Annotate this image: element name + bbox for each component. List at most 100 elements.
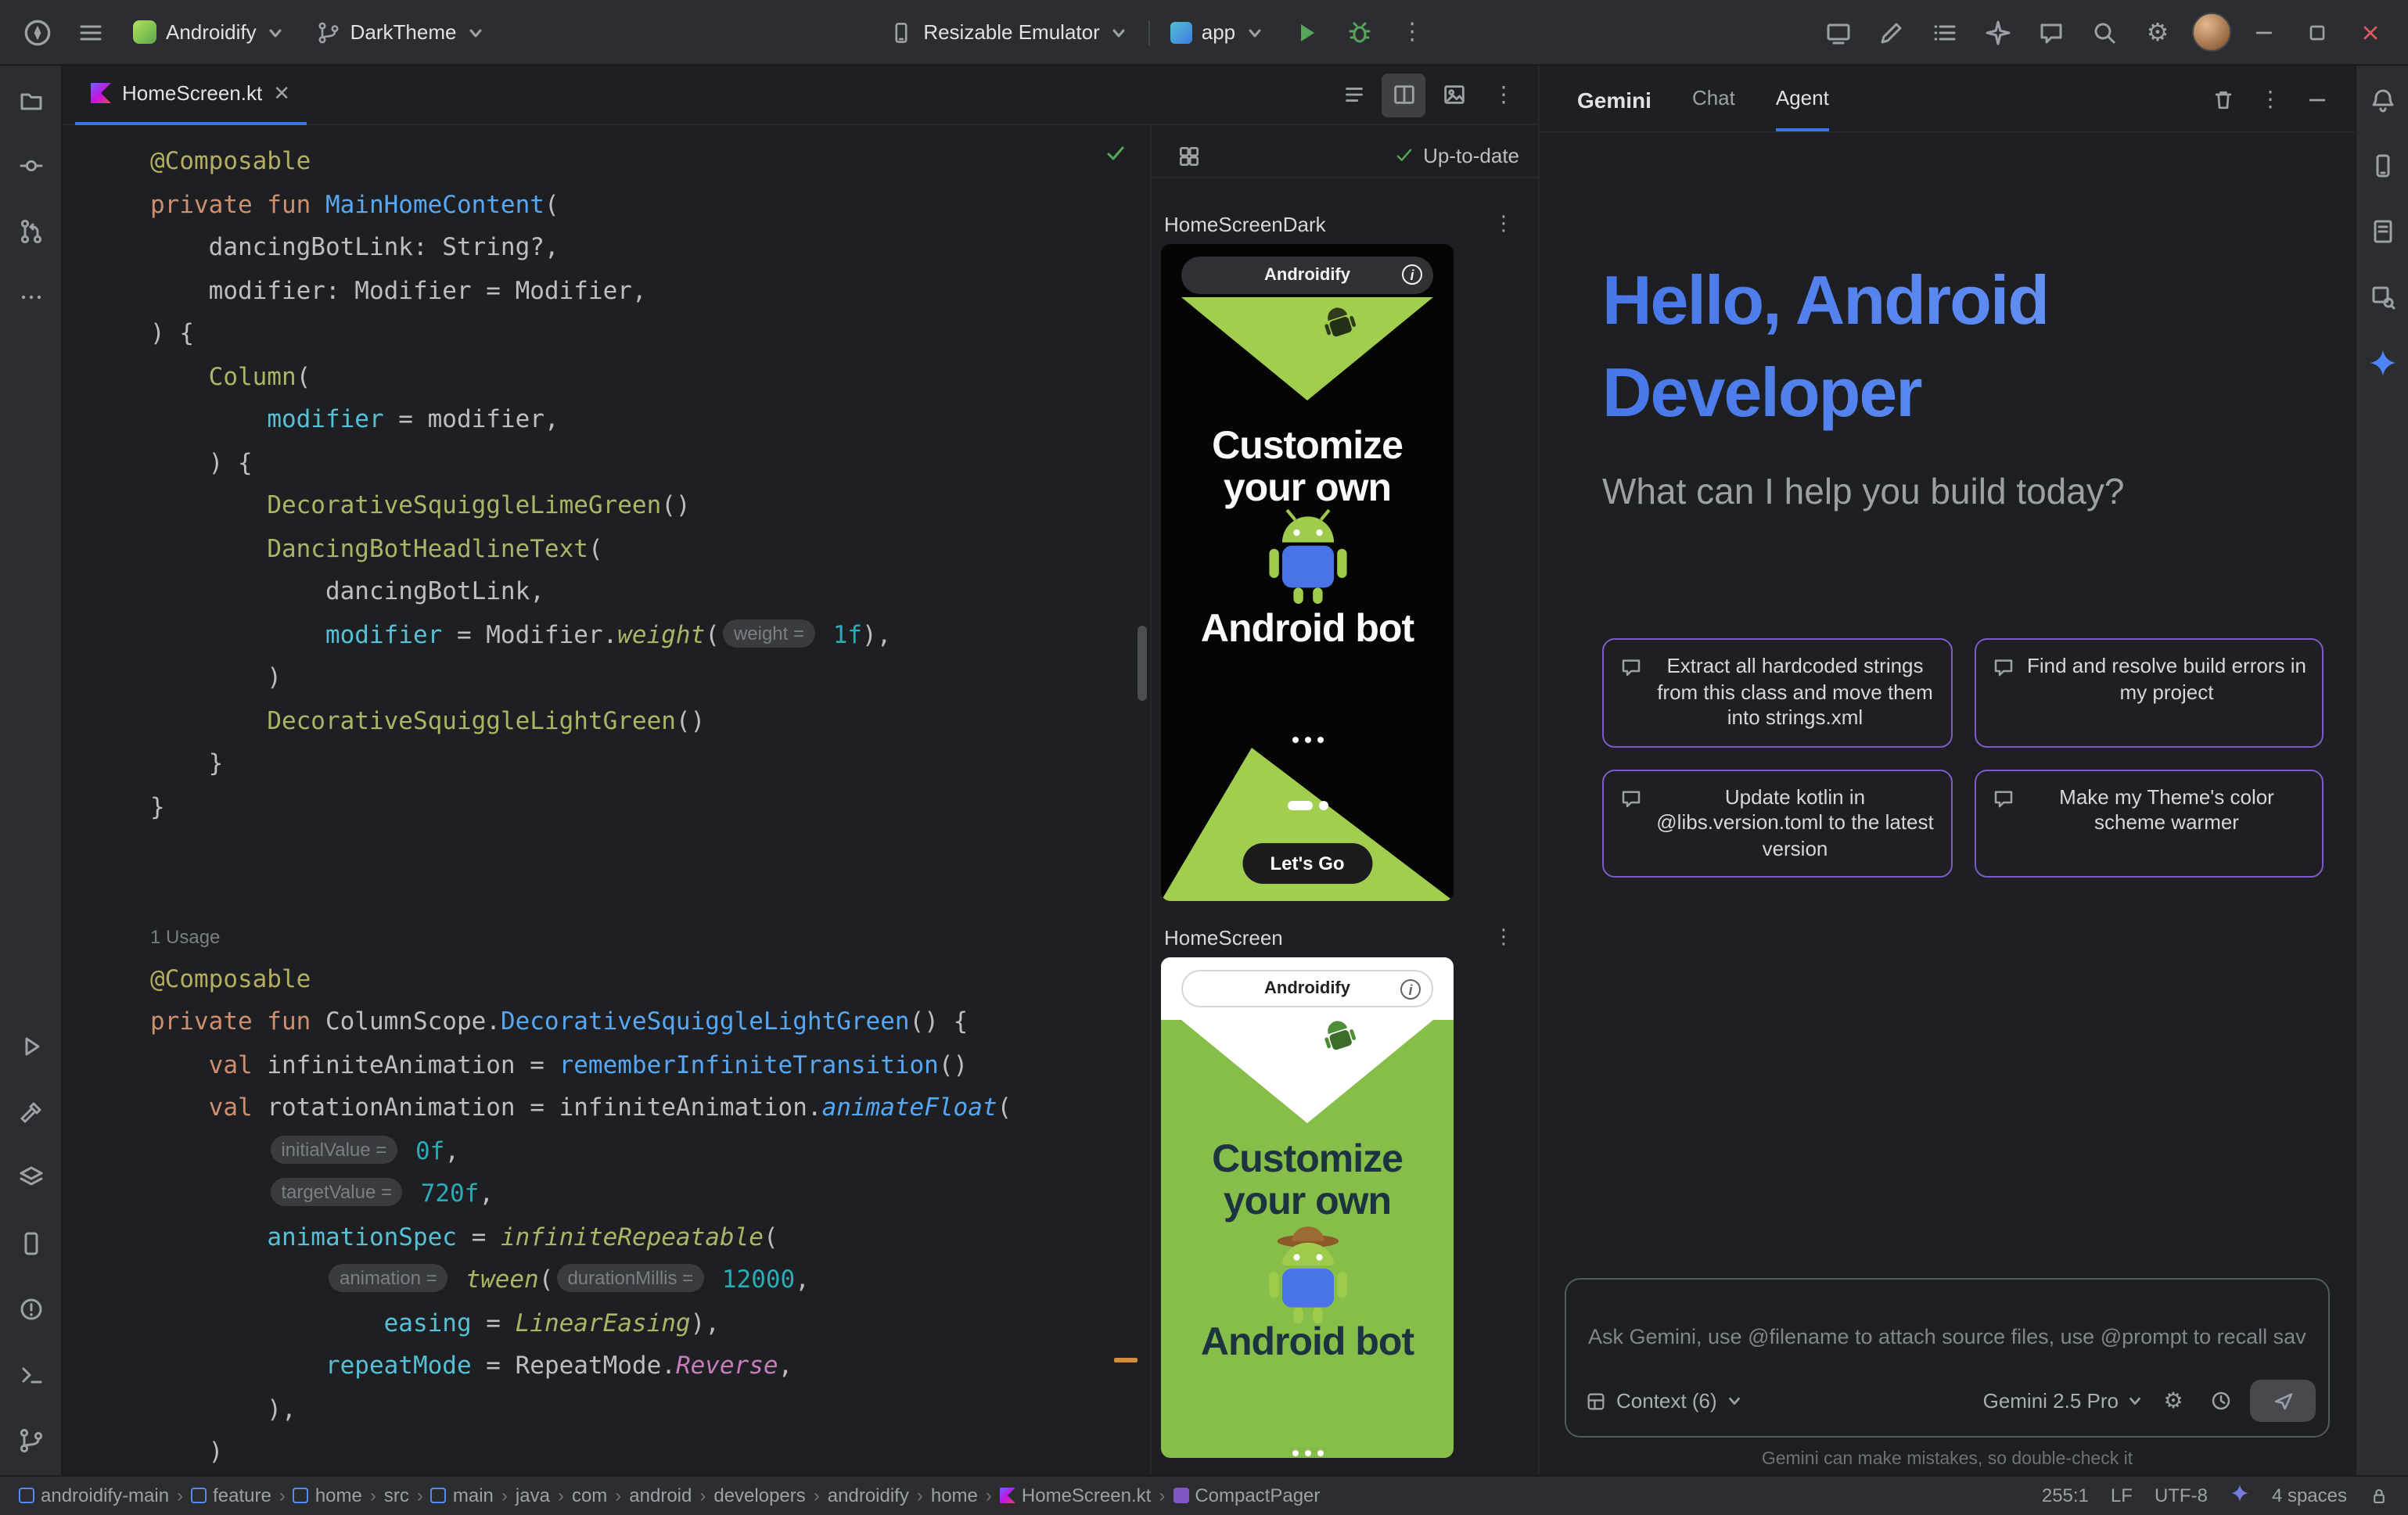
breadcrumb-item[interactable]: java [516,1484,550,1506]
running-devices-tool-button[interactable] [9,1221,52,1265]
clear-chat-button[interactable] [2201,78,2245,122]
gemini-input-box[interactable]: Context (6) Gemini 2.5 Pro ⚙ [1565,1277,2330,1437]
run-button[interactable] [1284,10,1328,54]
breadcrumb-separator: › [177,1484,183,1506]
inspections-ok-icon[interactable] [1103,141,1128,166]
code-editor[interactable]: @Composableprivate fun MainHomeContent( … [63,125,1150,1474]
resource-manager-icon [2368,217,2396,246]
breadcrumb-item[interactable]: developers [713,1484,805,1506]
gemini-options-menu[interactable]: ⋮ [2248,78,2292,122]
preview-phone-dark[interactable]: Androidify i Customize your own [1161,244,1454,901]
version-control-tool-button[interactable] [9,1418,52,1462]
layers-icon [16,1163,45,1191]
suggestion-card[interactable]: Update kotlin in @libs.version.toml to t… [1602,769,1952,878]
search-everywhere-button[interactable] [2083,10,2126,54]
resource-manager-button[interactable] [2360,210,2404,253]
warning-stripe-mark[interactable] [1114,1358,1138,1362]
suggestion-card[interactable]: Extract all hardcoded strings from this … [1602,638,1952,747]
run-tool-button[interactable] [9,1024,52,1068]
code-line: private fun MainHomeContent( [150,184,1150,227]
file-encoding[interactable]: UTF-8 [2155,1484,2208,1506]
suggestion-card[interactable]: Find and resolve build errors in my proj… [1974,638,2324,747]
build-tool-button[interactable] [9,1090,52,1133]
gemini-settings-button[interactable]: ⚙ [2156,1384,2191,1418]
terminal-tool-button[interactable] [9,1352,52,1396]
gemini-tool-button[interactable] [2360,341,2404,385]
preview-status: Up-to-date [1393,144,1519,167]
device-name: Resizable Emulator [923,20,1099,44]
run-options-menu[interactable]: ⋮ [1390,10,1434,54]
lock-icon[interactable] [2369,1485,2389,1506]
preview-phone-light[interactable]: Androidify i Customize your own [1161,957,1454,1458]
model-selector[interactable]: Gemini 2.5 Pro [1983,1389,2144,1413]
preview-ui-check-button[interactable] [1167,134,1211,178]
breadcrumb-item[interactable]: androidify [828,1484,909,1506]
window-restore-button[interactable] [2295,10,2339,54]
breadcrumb-item[interactable]: main [431,1484,494,1506]
page-indicator [1287,801,1328,810]
breadcrumb-item[interactable]: android [629,1484,692,1506]
hide-panel-button[interactable] [2295,78,2339,122]
breadcrumb-item[interactable]: src [384,1484,409,1506]
settings-button[interactable]: ⚙ [2136,10,2180,54]
editor-options-menu[interactable]: ⋮ [1482,73,1526,117]
breadcrumb-item[interactable]: feature [191,1484,271,1506]
breadcrumb-item[interactable]: home [293,1484,362,1506]
tab-close-button[interactable]: ✕ [273,81,290,106]
history-button[interactable] [2203,1384,2237,1418]
android-studio-window: Androidify DarkTheme Resizable Emulator … [0,0,2408,1499]
window-close-button[interactable] [2349,10,2392,54]
notifications-button[interactable] [2360,78,2404,122]
more-tools-button[interactable] [9,275,52,319]
ai-spark-icon[interactable] [2230,1483,2250,1508]
gemini-code-assist-button[interactable] [1870,10,1914,54]
run-config-selector[interactable]: app [1159,10,1274,54]
device-mirroring-button[interactable] [1817,10,1860,54]
layout-inspector-button[interactable] [2360,275,2404,319]
branch-selector[interactable]: DarkTheme [305,10,496,54]
device-selector[interactable]: Resizable Emulator [878,10,1138,54]
context-selector[interactable]: Context (6) [1579,1389,1750,1413]
pull-requests-tool-button[interactable] [9,210,52,253]
run-config-name: app [1202,20,1235,44]
build-analyzer-button[interactable] [1976,10,2020,54]
code-view-button[interactable] [1332,73,1375,117]
breadcrumb-item[interactable]: home [931,1484,978,1506]
send-button[interactable] [2250,1380,2316,1422]
build-variants-tool-button[interactable] [9,1155,52,1199]
vcs-branch-icon [16,1426,45,1454]
design-view-button[interactable] [1432,73,1475,117]
profile-button[interactable] [2189,10,2233,54]
suggestion-card[interactable]: Make my Theme's color scheme warmer [1974,769,2324,878]
device-manager-button[interactable] [2360,144,2404,188]
split-view-button[interactable] [1382,73,1425,117]
project-selector[interactable]: Androidify [122,10,296,54]
editor-scrollbar[interactable] [1138,626,1147,701]
main-menu-button[interactable] [69,10,113,54]
project-tool-button[interactable] [9,78,52,122]
breadcrumb-item[interactable]: CompactPager [1173,1484,1320,1506]
preview-headline: your own [1161,468,1454,510]
lets-go-button[interactable]: Let's Go [1242,843,1372,884]
tab-chat[interactable]: Chat [1692,86,1735,131]
debug-button[interactable] [1337,10,1381,54]
breadcrumb-label: java [516,1484,550,1506]
todo-list-button[interactable] [1923,10,1967,54]
gemini-prompt-input[interactable] [1579,1288,2316,1376]
breadcrumb-item[interactable]: HomeScreen.kt [1000,1484,1151,1506]
gear-icon: ⚙ [2163,1390,2183,1412]
editor-tab-homescreen[interactable]: HomeScreen.kt ✕ [75,65,306,124]
commit-tool-button[interactable] [9,144,52,188]
tab-agent[interactable]: Agent [1776,86,1829,131]
preview-options-menu[interactable]: ⋮ [1488,208,1519,239]
preview-options-menu[interactable]: ⋮ [1488,921,1519,953]
line-separator[interactable]: LF [2111,1484,2133,1506]
indent-setting[interactable]: 4 spaces [2272,1484,2347,1506]
caret-position[interactable]: 255:1 [2042,1484,2089,1506]
sync-project-button[interactable] [2029,10,2073,54]
breadcrumb-item[interactable]: com [572,1484,607,1506]
breadcrumb-item[interactable]: androidify-main [19,1484,169,1506]
code-line: } [150,743,1150,786]
window-minimize-button[interactable] [2242,10,2286,54]
problems-tool-button[interactable] [9,1287,52,1330]
